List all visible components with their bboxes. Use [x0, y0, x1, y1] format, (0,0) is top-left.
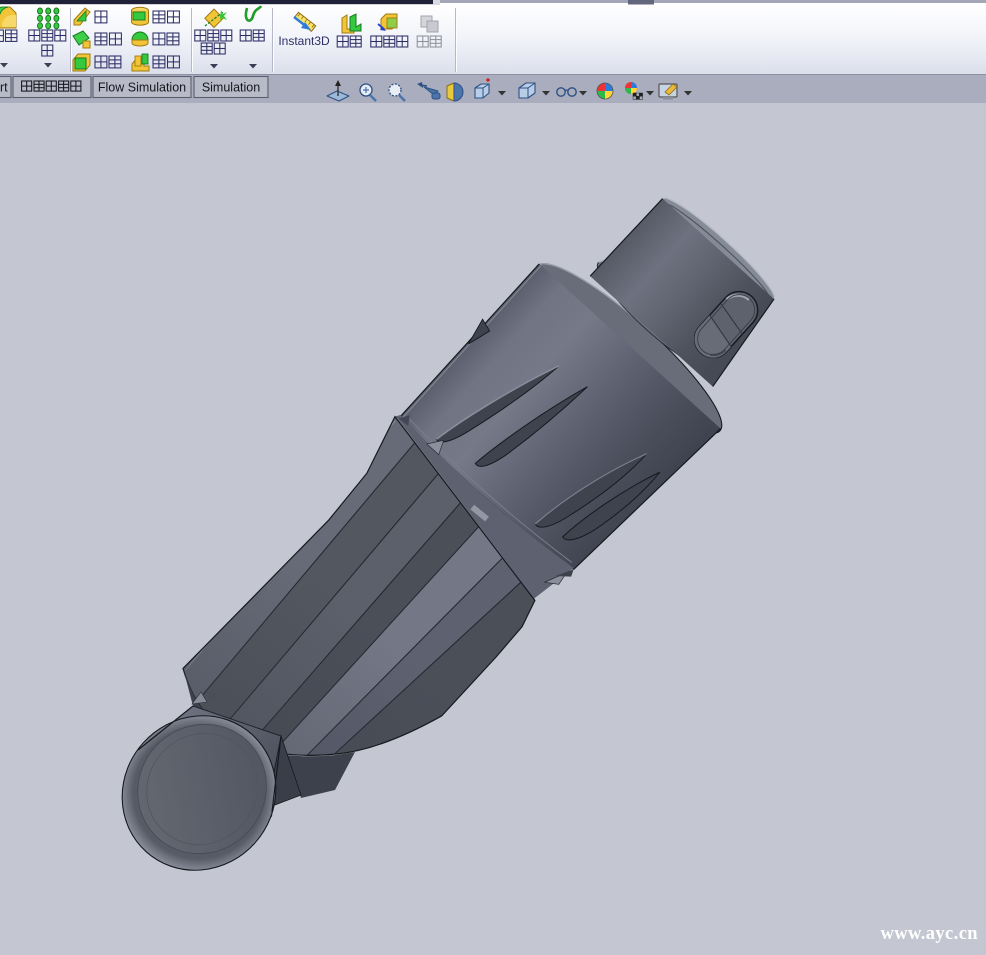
svg-text:Flow Simulation: Flow Simulation [98, 81, 186, 95]
svg-text:Instant3D: Instant3D [278, 34, 330, 48]
svg-text:Simulation: Simulation [202, 81, 260, 95]
svg-text:www.ayc.cn: www.ayc.cn [880, 924, 978, 944]
svg-text:rt: rt [0, 81, 8, 95]
